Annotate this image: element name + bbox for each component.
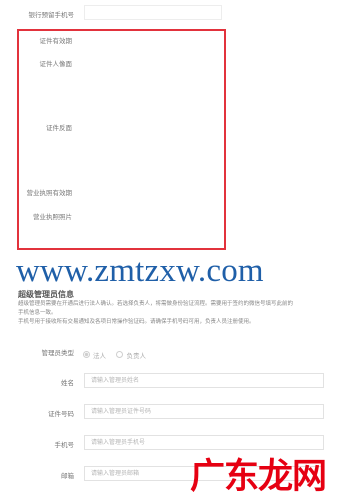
email-label: 邮箱 (61, 473, 74, 480)
radio-option-legal-label: 法人 (93, 352, 106, 360)
admin-type-radio-group: 法人 负责人 (83, 346, 152, 364)
bank-phone-label: 银行预留手机号 (28, 12, 75, 19)
admin-desc-line1: 超级管理员需要在开通后进行法人确认。若选择负责人，将需做身份验证流程。需要用于签… (18, 301, 294, 307)
bank-phone-input[interactable] (84, 5, 222, 20)
id-number-input[interactable] (84, 404, 324, 419)
radio-checked-icon (83, 351, 90, 359)
radio-unchecked-icon (116, 351, 124, 359)
phone-label: 手机号 (54, 442, 75, 449)
admin-section-title: 超级管理员信息 (18, 290, 74, 299)
brand-watermark: 广东龙网 (190, 457, 327, 497)
id-number-label: 证件号码 (48, 411, 74, 418)
admin-type-label: 管理员类型 (41, 350, 75, 357)
id-front-label: 证件人像面 (39, 61, 73, 68)
id-back-label: 证件反面 (46, 125, 72, 132)
admin-desc-line2: 手机信息一致。 (18, 310, 57, 316)
radio-option-principal[interactable]: 负责人 (116, 346, 152, 363)
name-input[interactable] (84, 373, 324, 388)
radio-option-legal[interactable]: 法人 (83, 346, 116, 363)
id-validity-label: 证件有效期 (39, 38, 73, 45)
name-label: 姓名 (61, 380, 74, 387)
radio-option-principal-label: 负责人 (126, 352, 146, 360)
license-validity-label: 营业执照有效期 (26, 190, 73, 197)
license-photo-label: 营业执照照片 (33, 214, 72, 221)
admin-desc-line3: 手机号用于接收所有交易通知及各项日常操作验证码。请确保手机号码可用，负责人员注册… (18, 319, 255, 325)
site-watermark: www.zmtzxw.com (16, 253, 264, 289)
